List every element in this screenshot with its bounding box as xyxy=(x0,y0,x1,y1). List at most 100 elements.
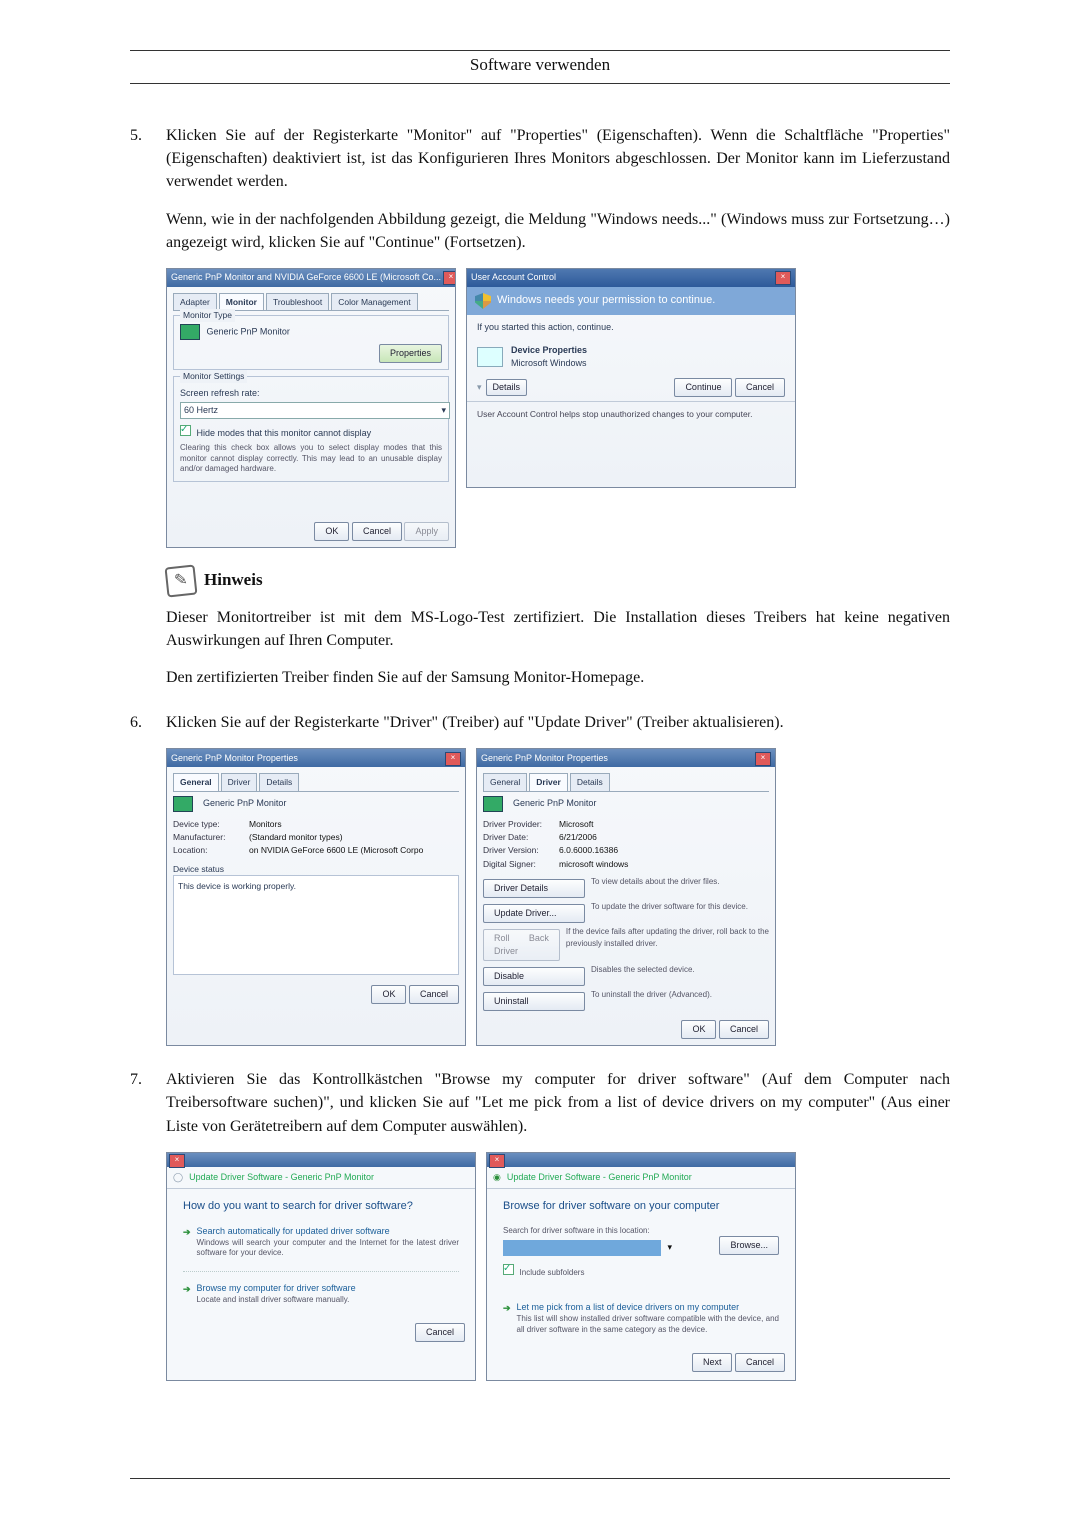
btn-desc: To update the driver software for this d… xyxy=(591,901,748,926)
ok-button[interactable]: OK xyxy=(371,985,406,1004)
chevron-down-icon: ▾ xyxy=(441,404,446,417)
back-icon[interactable]: ◉ xyxy=(493,1171,501,1184)
browse-button[interactable]: Browse... xyxy=(719,1236,779,1255)
tab-details[interactable]: Details xyxy=(259,773,299,790)
step-5-para-2: Wenn, wie in der nachfolgenden Abbildung… xyxy=(166,208,950,254)
window-buttons: × xyxy=(441,270,455,285)
apply-button[interactable]: Apply xyxy=(404,522,449,541)
monitor-type-group: Monitor Type Generic PnP Monitor Propert… xyxy=(173,315,449,370)
option-browse-computer[interactable]: ➔ Browse my computer for driver software… xyxy=(183,1282,459,1305)
btn-desc: To view details about the driver files. xyxy=(591,876,720,901)
note-block: ✎ Hinweis xyxy=(166,566,950,596)
cancel-button[interactable]: Cancel xyxy=(735,378,785,397)
step-7: Aktivieren Sie das Kontrollkästchen "Bro… xyxy=(130,1068,950,1381)
tab-monitor[interactable]: Monitor xyxy=(219,293,264,310)
close-icon[interactable]: × xyxy=(443,271,455,285)
monitor-icon xyxy=(483,796,503,812)
arrow-icon: ➔ xyxy=(503,1302,511,1315)
close-icon[interactable]: × xyxy=(755,752,771,766)
device-name: Generic PnP Monitor xyxy=(513,797,596,810)
wizard-breadcrumb: Update Driver Software - Generic PnP Mon… xyxy=(507,1171,692,1184)
monitor-settings-group: Monitor Settings Screen refresh rate: 60… xyxy=(173,376,449,481)
hide-modes-note: Clearing this check box allows you to se… xyxy=(180,443,442,474)
arrow-icon: ➔ xyxy=(183,1226,191,1239)
details-button[interactable]: Details xyxy=(486,379,528,396)
next-button[interactable]: Next xyxy=(692,1353,733,1372)
properties-general-dialog: Generic PnP Monitor Properties × General… xyxy=(166,748,466,1046)
update-driver-button[interactable]: Update Driver... xyxy=(483,904,585,923)
driver-details-button[interactable]: Driver Details xyxy=(483,879,585,898)
option-search-auto[interactable]: ➔ Search automatically for updated drive… xyxy=(183,1225,459,1259)
option-label: Browse my computer for driver software xyxy=(197,1282,356,1295)
uac-footer: User Account Control helps stop unauthor… xyxy=(467,401,795,426)
kv-key: Driver Version: xyxy=(483,844,553,856)
cancel-button[interactable]: Cancel xyxy=(352,522,402,541)
option-desc: Locate and install driver software manua… xyxy=(197,1295,356,1305)
kv-val: 6/21/2006 xyxy=(559,831,597,843)
step-5: Klicken Sie auf der Registerkarte "Monit… xyxy=(130,124,950,689)
wizard-heading: Browse for driver software on your compu… xyxy=(503,1199,779,1215)
chevron-down-icon: ▾ xyxy=(477,381,482,394)
close-icon[interactable]: × xyxy=(445,752,461,766)
header-rule-bottom xyxy=(130,83,950,84)
uac-dialog: User Account Control × Windows needs you… xyxy=(466,268,796,488)
close-icon[interactable]: × xyxy=(775,271,791,285)
cancel-button[interactable]: Cancel xyxy=(415,1323,465,1342)
dialog-titlebar: Generic PnP Monitor and NVIDIA GeForce 6… xyxy=(167,269,455,287)
properties-button[interactable]: Properties xyxy=(379,344,442,363)
refresh-rate-label: Screen refresh rate: xyxy=(180,387,442,400)
cancel-button[interactable]: Cancel xyxy=(719,1020,769,1039)
uac-title: User Account Control xyxy=(471,271,556,284)
path-input[interactable] xyxy=(503,1240,661,1256)
step-list: Klicken Sie auf der Registerkarte "Monit… xyxy=(130,124,950,1381)
document-page: Software verwenden Klicken Sie auf der R… xyxy=(0,0,1080,1527)
kv-key: Location: xyxy=(173,844,243,856)
kv-key: Device type: xyxy=(173,818,243,830)
uac-titlebar: User Account Control × xyxy=(467,269,795,287)
tab-general[interactable]: General xyxy=(173,773,219,790)
step-6-para: Klicken Sie auf der Registerkarte "Drive… xyxy=(166,711,950,734)
monitor-type-label: Monitor Type xyxy=(180,309,235,321)
note-para-1: Dieser Monitortreiber ist mit dem MS-Log… xyxy=(166,606,950,652)
tab-driver[interactable]: Driver xyxy=(529,773,568,790)
ok-button[interactable]: OK xyxy=(314,522,349,541)
tab-details[interactable]: Details xyxy=(570,773,610,790)
close-icon[interactable]: × xyxy=(489,1154,505,1168)
kv-key: Driver Date: xyxy=(483,831,553,843)
refresh-rate-select[interactable]: 60 Hertz ▾ xyxy=(180,402,450,419)
tab-troubleshoot[interactable]: Troubleshoot xyxy=(266,293,329,310)
device-status-box: This device is working properly. xyxy=(173,875,459,975)
monitor-settings-label: Monitor Settings xyxy=(180,370,247,382)
ok-button[interactable]: OK xyxy=(681,1020,716,1039)
tab-color-management[interactable]: Color Management xyxy=(331,293,417,310)
kv-val: Microsoft xyxy=(559,818,593,830)
kv-val: (Standard monitor types) xyxy=(249,831,343,843)
back-icon[interactable]: ◯ xyxy=(173,1171,183,1184)
hide-modes-checkbox[interactable] xyxy=(180,425,191,436)
disable-button[interactable]: Disable xyxy=(483,967,585,986)
update-driver-wizard-browse: × ◉ Update Driver Software - Generic PnP… xyxy=(486,1152,796,1381)
tab-general[interactable]: General xyxy=(483,773,527,790)
continue-button[interactable]: Continue xyxy=(674,378,732,397)
option-desc: This list will show installed driver sof… xyxy=(517,1314,779,1335)
note-para-2: Den zertifizierten Treiber finden Sie au… xyxy=(166,666,950,689)
uninstall-button[interactable]: Uninstall xyxy=(483,992,585,1011)
monitor-icon xyxy=(173,796,193,812)
rollback-driver-button[interactable]: Roll Back Driver xyxy=(483,929,560,961)
header-rule-top xyxy=(130,50,950,51)
tab-adapter[interactable]: Adapter xyxy=(173,293,217,310)
arrow-icon: ➔ xyxy=(183,1283,191,1296)
include-subfolders-checkbox[interactable] xyxy=(503,1264,514,1275)
device-name: Generic PnP Monitor xyxy=(203,797,286,810)
cancel-button[interactable]: Cancel xyxy=(409,985,459,1004)
cancel-button[interactable]: Cancel xyxy=(735,1353,785,1372)
tab-driver[interactable]: Driver xyxy=(221,773,258,790)
step-5-figures: Generic PnP Monitor and NVIDIA GeForce 6… xyxy=(166,268,950,548)
close-icon[interactable]: × xyxy=(169,1154,185,1168)
monitor-name: Generic PnP Monitor xyxy=(207,327,290,337)
kv-val: microsoft windows xyxy=(559,858,628,870)
option-label: Let me pick from a list of device driver… xyxy=(517,1301,779,1314)
wizard-heading: How do you want to search for driver sof… xyxy=(183,1199,459,1215)
option-let-me-pick[interactable]: ➔ Let me pick from a list of device driv… xyxy=(503,1301,779,1335)
kv-val: Monitors xyxy=(249,818,282,830)
